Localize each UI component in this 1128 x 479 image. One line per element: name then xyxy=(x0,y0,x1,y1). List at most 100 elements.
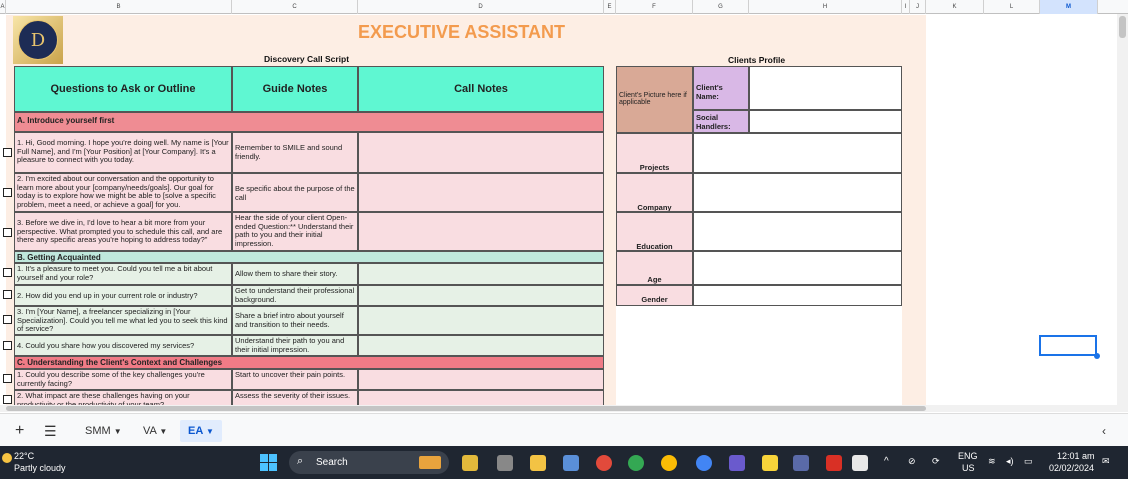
chevron-up-icon[interactable]: ^ xyxy=(884,456,889,467)
col-header-g[interactable]: G xyxy=(693,0,749,14)
section-c[interactable]: C. Understanding the Client's Context an… xyxy=(14,356,604,369)
fill-handle[interactable] xyxy=(1094,353,1100,359)
call-note-cell[interactable] xyxy=(358,212,604,251)
language-code[interactable]: ENG xyxy=(958,451,978,461)
section-a[interactable]: A. Introduce yourself first xyxy=(14,112,604,132)
call-note-cell[interactable] xyxy=(358,132,604,173)
header-questions[interactable]: Questions to Ask or Outline xyxy=(14,66,232,112)
battery-icon[interactable]: ▭ xyxy=(1024,456,1033,467)
col-header-b[interactable]: B xyxy=(6,0,232,14)
row-checkbox[interactable] xyxy=(3,395,12,404)
vertical-scroll-thumb[interactable] xyxy=(1119,16,1126,38)
app-icon-f[interactable] xyxy=(826,455,842,471)
collapse-icon[interactable]: ‹ xyxy=(1102,420,1106,442)
col-header-l[interactable]: L xyxy=(984,0,1040,14)
client-name-label[interactable]: Client's Name: xyxy=(693,66,749,110)
guide-note-cell[interactable]: Understand their path to you and their i… xyxy=(232,335,358,356)
guide-note-cell[interactable]: Be specific about the purpose of the cal… xyxy=(232,173,358,212)
volume-icon[interactable]: ◂) xyxy=(1006,456,1014,467)
header-call-notes[interactable]: Call Notes xyxy=(358,66,604,112)
row-checkbox[interactable] xyxy=(3,268,12,277)
col-header-f[interactable]: F xyxy=(616,0,693,14)
row-checkbox[interactable] xyxy=(3,341,12,350)
age-field[interactable] xyxy=(693,251,902,285)
spreadsheet-grid[interactable]: A B C D E F G H I J K L M D EXECUTIVE AS… xyxy=(0,0,1128,412)
col-header-j[interactable]: J xyxy=(910,0,926,14)
gender-field[interactable] xyxy=(693,285,902,306)
weather-text[interactable]: Partly cloudy xyxy=(14,463,66,473)
clock-time[interactable]: 12:01 am xyxy=(1057,451,1095,461)
windows-start-icon[interactable] xyxy=(260,454,277,471)
question-cell[interactable]: 1. Hi, Good morning. I hope you're doing… xyxy=(14,132,232,173)
col-header-i[interactable]: I xyxy=(902,0,910,14)
clock-date[interactable]: 02/02/2024 xyxy=(1049,463,1094,473)
guide-note-cell[interactable]: Share a brief intro about yourself and t… xyxy=(232,306,358,335)
guide-note-cell[interactable]: Hear the side of your client Open-ended … xyxy=(232,212,358,251)
call-note-cell[interactable] xyxy=(358,263,604,285)
add-sheet-icon[interactable]: + xyxy=(15,420,24,442)
tab-smm[interactable]: SMM ▼ xyxy=(85,420,122,442)
vertical-scrollbar[interactable] xyxy=(1117,14,1128,412)
call-note-cell[interactable] xyxy=(358,173,604,212)
age-label[interactable]: Age xyxy=(616,251,693,285)
chrome-icon-4[interactable] xyxy=(696,455,712,471)
call-note-cell[interactable] xyxy=(358,335,604,356)
call-note-cell[interactable] xyxy=(358,369,604,390)
tab-va[interactable]: VA ▼ xyxy=(143,420,167,442)
chevron-down-icon[interactable]: ▼ xyxy=(159,427,167,436)
social-handlers-label[interactable]: Social Handlers: xyxy=(693,110,749,133)
row-checkbox[interactable] xyxy=(3,290,12,299)
education-label[interactable]: Education xyxy=(616,212,693,251)
row-checkbox[interactable] xyxy=(3,188,12,197)
guide-note-cell[interactable]: Allow them to share their story. xyxy=(232,263,358,285)
company-field[interactable] xyxy=(693,173,902,212)
projects-field[interactable] xyxy=(693,133,902,173)
app-icon-d[interactable] xyxy=(729,455,745,471)
col-header-h[interactable]: H xyxy=(749,0,902,14)
app-icon-c[interactable] xyxy=(563,455,579,471)
projects-label[interactable]: Projects xyxy=(616,133,693,173)
question-cell[interactable]: 2. I'm excited about our conversation an… xyxy=(14,173,232,212)
question-cell[interactable]: 1. It's a pleasure to meet you. Could yo… xyxy=(14,263,232,285)
client-name-field[interactable] xyxy=(749,66,902,110)
question-cell[interactable]: 3. I'm [Your Name], a freelancer special… xyxy=(14,306,232,335)
guide-note-cell[interactable]: Start to uncover their pain points. xyxy=(232,369,358,390)
row-checkbox[interactable] xyxy=(3,315,12,324)
client-picture[interactable]: Client's Picture here if applicable xyxy=(616,66,693,133)
taskbar-search[interactable]: ⌕ Search xyxy=(289,451,449,474)
chevron-down-icon[interactable]: ▼ xyxy=(206,427,214,436)
sticky-notes-icon[interactable] xyxy=(762,455,778,471)
file-explorer-icon[interactable] xyxy=(530,455,546,471)
question-cell[interactable]: 2. How did you end up in your current ro… xyxy=(14,285,232,306)
question-cell[interactable]: 3. Before we dive in, I'd love to hear a… xyxy=(14,212,232,251)
social-handlers-field[interactable] xyxy=(749,110,902,133)
col-header-k[interactable]: K xyxy=(926,0,984,14)
question-cell[interactable]: 1. Could you describe some of the key ch… xyxy=(14,369,232,390)
call-note-cell[interactable] xyxy=(358,306,604,335)
chrome-icon-3[interactable] xyxy=(661,455,677,471)
app-icon-e[interactable] xyxy=(793,455,809,471)
gender-label[interactable]: Gender xyxy=(616,285,693,306)
temperature[interactable]: 22°C xyxy=(14,451,34,461)
wifi-icon[interactable]: ≋ xyxy=(988,456,996,467)
row-checkbox[interactable] xyxy=(3,374,12,383)
col-header-c[interactable]: C xyxy=(232,0,358,14)
language-region[interactable]: US xyxy=(962,463,975,473)
chevron-down-icon[interactable]: ▼ xyxy=(114,427,122,436)
col-header-d[interactable]: D xyxy=(358,0,604,14)
refresh-icon[interactable]: ⟳ xyxy=(932,456,940,467)
horizontal-scrollbar[interactable] xyxy=(0,405,1117,412)
app-icon-b[interactable] xyxy=(497,455,513,471)
selected-cell[interactable] xyxy=(1039,335,1097,356)
section-b[interactable]: B. Getting Acquainted xyxy=(14,251,604,263)
call-note-cell[interactable] xyxy=(358,285,604,306)
company-label[interactable]: Company xyxy=(616,173,693,212)
app-icon-a[interactable] xyxy=(462,455,478,471)
chrome-icon[interactable] xyxy=(596,455,612,471)
education-field[interactable] xyxy=(693,212,902,251)
tab-ea[interactable]: EA ▼ xyxy=(180,420,222,442)
row-checkbox[interactable] xyxy=(3,228,12,237)
row-checkbox[interactable] xyxy=(3,148,12,157)
horizontal-scroll-thumb[interactable] xyxy=(6,406,926,411)
guide-note-cell[interactable]: Remember to SMILE and sound friendly. xyxy=(232,132,358,173)
